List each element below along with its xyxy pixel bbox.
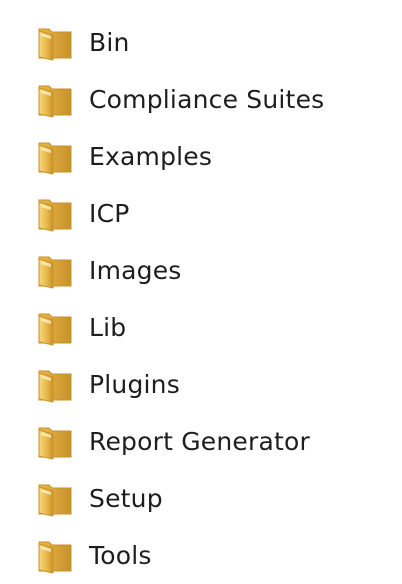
folder-item-report-generator[interactable]: Report Generator — [0, 413, 402, 470]
folder-icon — [36, 538, 74, 574]
folder-icon — [36, 25, 74, 61]
folder-list: Bin Compliance Suites Examples ICP Image… — [0, 14, 402, 584]
folder-item-examples[interactable]: Examples — [0, 128, 402, 185]
folder-label: Lib — [89, 313, 127, 342]
folder-icon — [36, 424, 74, 460]
folder-label: Bin — [89, 28, 130, 57]
folder-icon — [36, 253, 74, 289]
folder-item-tools[interactable]: Tools — [0, 527, 402, 584]
folder-item-lib[interactable]: Lib — [0, 299, 402, 356]
folder-icon — [36, 310, 74, 346]
folder-label: Compliance Suites — [89, 85, 325, 114]
folder-item-images[interactable]: Images — [0, 242, 402, 299]
folder-icon — [36, 139, 74, 175]
folder-item-setup[interactable]: Setup — [0, 470, 402, 527]
folder-label: Examples — [89, 142, 213, 171]
folder-label: Tools — [89, 541, 152, 570]
folder-icon — [36, 196, 74, 232]
folder-icon — [36, 481, 74, 517]
folder-label: Setup — [89, 484, 163, 513]
folder-item-compliance-suites[interactable]: Compliance Suites — [0, 71, 402, 128]
folder-label: Report Generator — [89, 427, 310, 456]
folder-label: Plugins — [89, 370, 180, 399]
folder-item-bin[interactable]: Bin — [0, 14, 402, 71]
folder-label: Images — [89, 256, 182, 285]
folder-icon — [36, 367, 74, 403]
folder-item-plugins[interactable]: Plugins — [0, 356, 402, 413]
folder-icon — [36, 82, 74, 118]
folder-item-icp[interactable]: ICP — [0, 185, 402, 242]
folder-label: ICP — [89, 199, 130, 228]
